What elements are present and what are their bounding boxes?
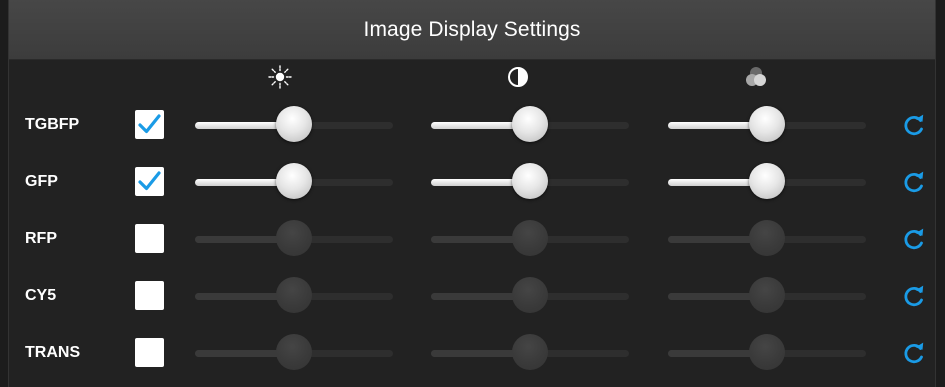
contrast-slider[interactable] <box>431 330 629 376</box>
color-slider[interactable] <box>668 216 866 262</box>
color-channels-icon <box>743 64 769 90</box>
channel-row: GFP <box>9 159 935 205</box>
checkmark-icon <box>138 171 161 191</box>
channel-visibility-checkbox[interactable] <box>135 110 164 139</box>
panel-header: Image Display Settings <box>9 0 935 60</box>
slider-thumb[interactable] <box>512 334 548 370</box>
slider-thumb[interactable] <box>512 163 548 199</box>
slider-thumb[interactable] <box>749 220 785 256</box>
slider-thumb[interactable] <box>512 277 548 313</box>
channel-visibility-checkbox[interactable] <box>135 338 164 367</box>
contrast-slider[interactable] <box>431 273 629 319</box>
contrast-slider[interactable] <box>431 102 629 148</box>
reset-channel-button[interactable] <box>901 111 927 139</box>
contrast-slider[interactable] <box>431 159 629 205</box>
reset-channel-button[interactable] <box>901 282 927 310</box>
brightness-slider[interactable] <box>195 216 393 262</box>
color-slider[interactable] <box>668 330 866 376</box>
channel-visibility-checkbox[interactable] <box>135 281 164 310</box>
color-slider[interactable] <box>668 159 866 205</box>
slider-thumb[interactable] <box>749 163 785 199</box>
brightness-icon <box>267 64 293 90</box>
slider-thumb[interactable] <box>276 163 312 199</box>
refresh-icon <box>904 342 924 364</box>
channel-visibility-checkbox[interactable] <box>135 167 164 196</box>
refresh-icon <box>904 114 924 136</box>
channel-label: CY5 <box>25 287 57 304</box>
image-display-settings-panel: Image Display Settings TGBFP GFP RFP CY5… <box>8 0 936 387</box>
channel-label: TRANS <box>25 344 81 361</box>
color-slider[interactable] <box>668 102 866 148</box>
reset-channel-button[interactable] <box>901 225 927 253</box>
color-slider[interactable] <box>668 273 866 319</box>
slider-thumb[interactable] <box>276 106 312 142</box>
refresh-icon <box>904 228 924 250</box>
refresh-icon <box>904 171 924 193</box>
contrast-icon <box>505 64 531 90</box>
channel-row: RFP <box>9 216 935 262</box>
slider-thumb[interactable] <box>276 220 312 256</box>
channel-row: TRANS <box>9 330 935 376</box>
panel-title: Image Display Settings <box>363 17 581 41</box>
channel-label: TGBFP <box>25 116 80 133</box>
slider-thumb[interactable] <box>276 277 312 313</box>
brightness-slider[interactable] <box>195 273 393 319</box>
refresh-icon <box>904 285 924 307</box>
brightness-slider[interactable] <box>195 330 393 376</box>
channel-visibility-checkbox[interactable] <box>135 224 164 253</box>
checkmark-icon <box>138 114 161 134</box>
brightness-slider[interactable] <box>195 159 393 205</box>
slider-thumb[interactable] <box>749 334 785 370</box>
contrast-slider[interactable] <box>431 216 629 262</box>
channel-row: CY5 <box>9 273 935 319</box>
slider-thumb[interactable] <box>749 277 785 313</box>
slider-thumb[interactable] <box>276 334 312 370</box>
slider-thumb[interactable] <box>512 220 548 256</box>
channel-row: TGBFP <box>9 102 935 148</box>
slider-thumb[interactable] <box>749 106 785 142</box>
slider-thumb[interactable] <box>512 106 548 142</box>
brightness-slider[interactable] <box>195 102 393 148</box>
channel-label: RFP <box>25 230 57 247</box>
channel-label: GFP <box>25 173 58 190</box>
reset-channel-button[interactable] <box>901 339 927 367</box>
reset-channel-button[interactable] <box>901 168 927 196</box>
